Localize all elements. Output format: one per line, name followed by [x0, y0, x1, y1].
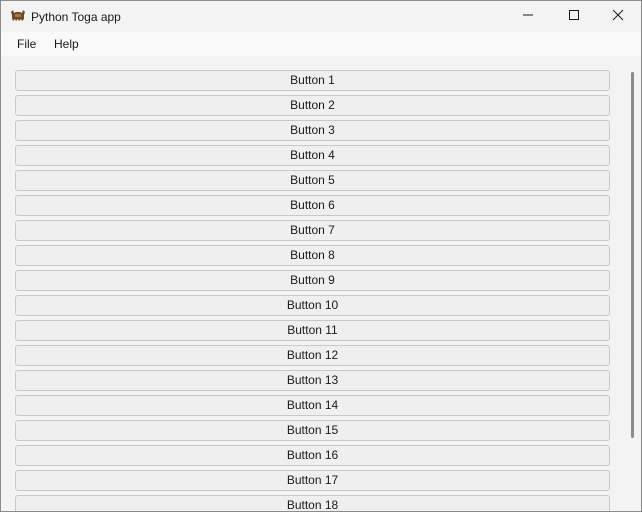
maximize-icon [568, 8, 580, 26]
button-11[interactable]: Button 11 [15, 320, 610, 341]
button-4[interactable]: Button 4 [15, 145, 610, 166]
close-icon [612, 8, 624, 26]
button-16[interactable]: Button 16 [15, 445, 610, 466]
window-title: Python Toga app [31, 10, 121, 24]
minimize-icon [522, 8, 534, 26]
button-18[interactable]: Button 18 [15, 495, 610, 511]
menu-bar: File Help [1, 32, 641, 56]
button-13[interactable]: Button 13 [15, 370, 610, 391]
button-10[interactable]: Button 10 [15, 295, 610, 316]
title-bar[interactable]: Python Toga app [1, 1, 641, 32]
button-6[interactable]: Button 6 [15, 195, 610, 216]
button-5[interactable]: Button 5 [15, 170, 610, 191]
app-window: Python Toga app File Help Button 1 Butto… [0, 0, 642, 512]
button-7[interactable]: Button 7 [15, 220, 610, 241]
minimize-button[interactable] [505, 1, 551, 32]
menu-help[interactable]: Help [54, 36, 79, 52]
scroll-container[interactable]: Button 1 Button 2 Button 3 Button 4 Butt… [1, 56, 641, 511]
close-button[interactable] [595, 1, 641, 32]
menu-file[interactable]: File [17, 36, 36, 52]
button-15[interactable]: Button 15 [15, 420, 610, 441]
button-3[interactable]: Button 3 [15, 120, 610, 141]
button-1[interactable]: Button 1 [15, 70, 610, 91]
button-14[interactable]: Button 14 [15, 395, 610, 416]
button-17[interactable]: Button 17 [15, 470, 610, 491]
maximize-button[interactable] [551, 1, 597, 32]
button-2[interactable]: Button 2 [15, 95, 610, 116]
button-12[interactable]: Button 12 [15, 345, 610, 366]
button-8[interactable]: Button 8 [15, 245, 610, 266]
toga-bison-icon [10, 9, 26, 23]
button-9[interactable]: Button 9 [15, 270, 610, 291]
vertical-scrollbar[interactable] [631, 72, 634, 438]
